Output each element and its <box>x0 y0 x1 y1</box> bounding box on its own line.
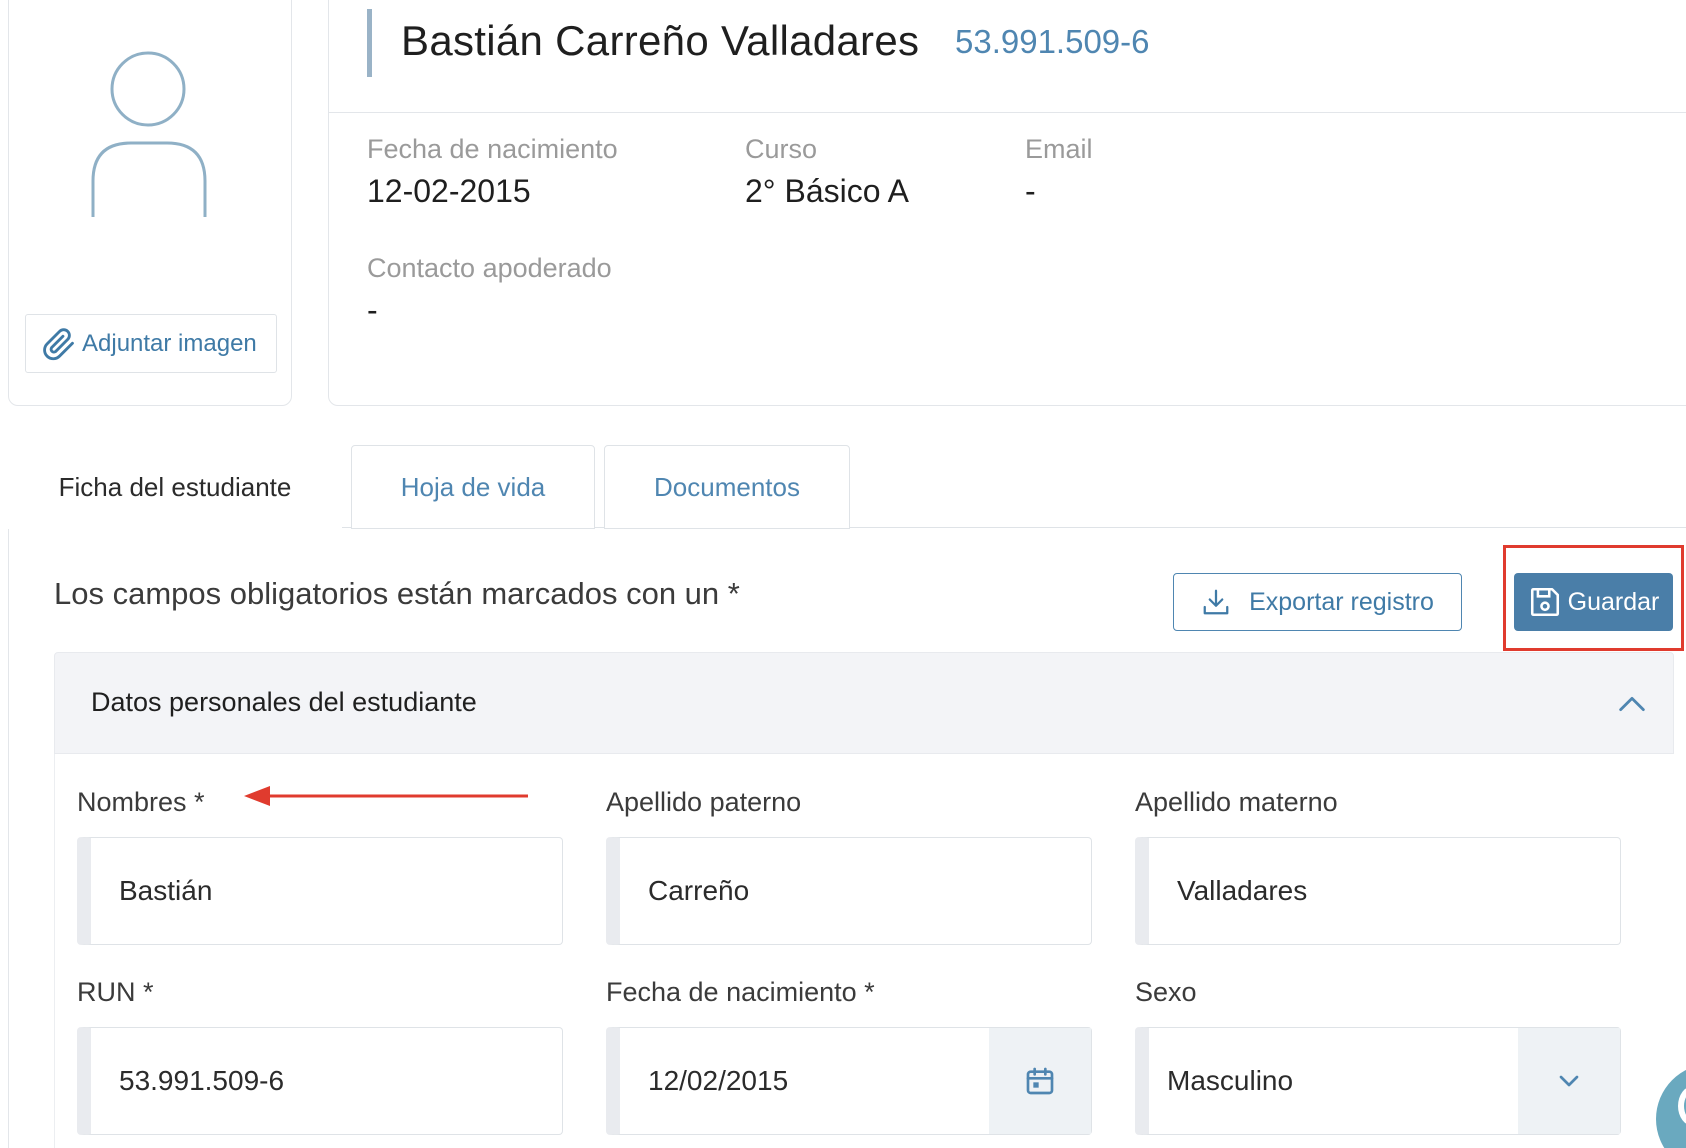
birthdate-label: Fecha de nacimiento <box>367 134 618 164</box>
tab-documentos[interactable]: Documentos <box>604 445 850 529</box>
sexo-label: Sexo <box>1135 977 1197 1007</box>
student-name: Bastián Carreño Valladares <box>401 17 920 64</box>
save-label: Guardar <box>1567 587 1660 616</box>
user-icon <box>91 51 207 217</box>
tab-ficha-del-estudiante[interactable]: Ficha del estudiante <box>8 445 342 529</box>
apellido-materno-input[interactable] <box>1135 837 1621 945</box>
student-run: 53.991.509-6 <box>955 23 1150 60</box>
guardian-contact-label: Contacto apoderado <box>367 253 612 283</box>
nombres-input[interactable] <box>77 837 563 945</box>
course-value: 2° Básico A <box>745 173 909 209</box>
profile-header: Bastián Carreño Valladares 53.991.509-6 … <box>328 0 1686 406</box>
save-button[interactable]: Guardar <box>1514 573 1673 631</box>
run-input[interactable] <box>77 1027 563 1135</box>
apellido-materno-label: Apellido materno <box>1135 787 1338 817</box>
birthdate-value: 12-02-2015 <box>367 173 531 209</box>
required-fields-note: Los campos obligatorios están marcados c… <box>54 576 740 611</box>
name-accent-bar <box>367 9 372 77</box>
profile-divider <box>329 112 1686 113</box>
arrow-annotation <box>244 786 528 806</box>
calendar-icon <box>1026 1067 1054 1095</box>
export-record-button[interactable]: Exportar registro <box>1173 573 1462 631</box>
tab-hoja-de-vida[interactable]: Hoja de vida <box>351 445 595 529</box>
chevron-down-icon <box>1559 1075 1579 1087</box>
email-value: - <box>1025 173 1036 209</box>
apellido-paterno-label: Apellido paterno <box>606 787 802 817</box>
fecha-nacimiento-label: Fecha de nacimiento * <box>606 977 875 1007</box>
avatar-card: Adjuntar imagen <box>8 0 292 406</box>
nombres-label: Nombres * <box>77 787 205 817</box>
export-record-label: Exportar registro <box>1249 587 1434 616</box>
chevron-up-icon[interactable] <box>1615 687 1649 721</box>
course-label: Curso <box>745 134 818 164</box>
paperclip-icon <box>43 327 74 360</box>
apellido-paterno-input[interactable] <box>606 837 1092 945</box>
attach-image-label: Adjuntar imagen <box>82 329 257 357</box>
section-title: Datos personales del estudiante <box>91 687 477 717</box>
attach-image-button[interactable]: Adjuntar imagen <box>25 314 277 373</box>
guardian-contact-value: - <box>367 292 378 328</box>
sexo-dropdown-toggle[interactable] <box>1518 1028 1620 1134</box>
floppy-disk-icon <box>1530 587 1559 617</box>
calendar-button[interactable] <box>989 1028 1091 1134</box>
run-label: RUN * <box>77 977 154 1007</box>
email-label: Email <box>1025 134 1093 164</box>
chat-icon <box>1678 1086 1686 1126</box>
personal-data-section-header[interactable]: Datos personales del estudiante <box>54 652 1674 754</box>
download-icon <box>1203 589 1229 615</box>
